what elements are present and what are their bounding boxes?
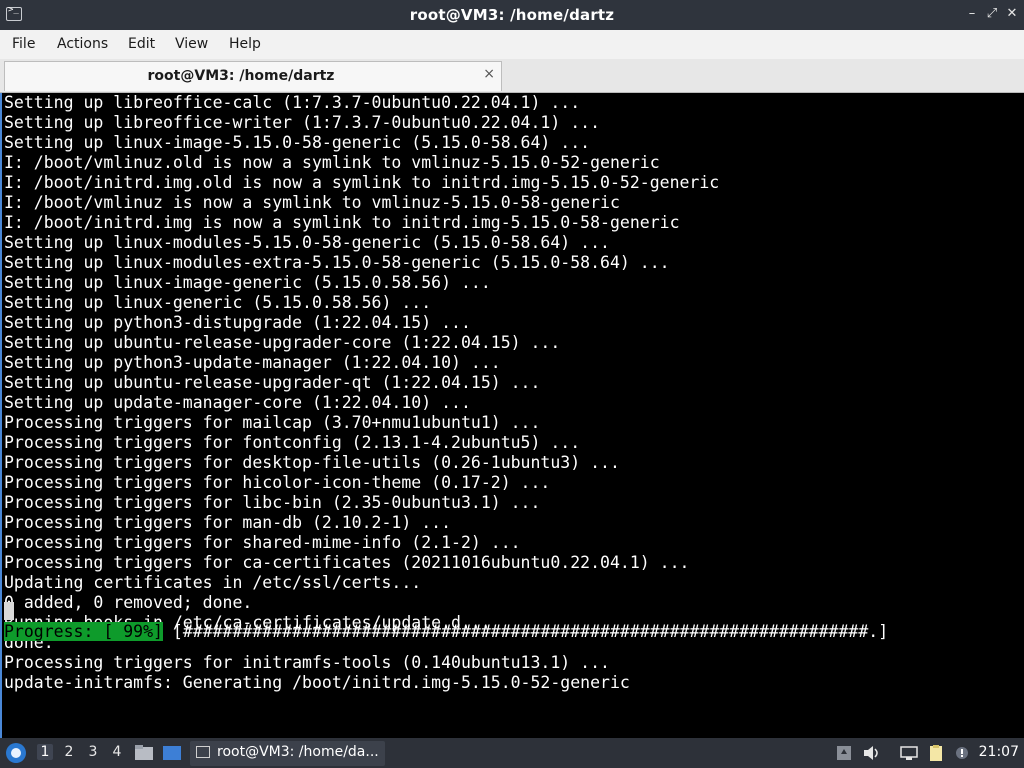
terminal-line: Processing triggers for desktop-file-uti…	[4, 453, 620, 472]
terminal-line: Setting up linux-modules-5.15.0-58-gener…	[4, 233, 610, 252]
volume-icon[interactable]	[862, 744, 882, 762]
terminal-line: Setting up linux-generic (5.15.0.58.56) …	[4, 293, 432, 312]
maximize-button[interactable]: ⤢	[984, 6, 1000, 22]
clipboard-icon[interactable]	[926, 744, 946, 762]
file-manager-icon[interactable]	[134, 744, 154, 762]
taskbar-terminal-task[interactable]: root@VM3: /home/da...	[190, 741, 385, 766]
window-titlebar: root@VM3: /home/dartz – ⤢ ✕	[0, 0, 1024, 30]
window-title: root@VM3: /home/dartz	[409, 6, 615, 24]
terminal-line: Setting up linux-image-5.15.0-58-generic…	[4, 133, 591, 152]
terminal-line: Setting up ubuntu-release-upgrader-core …	[4, 333, 561, 352]
tab-bar: root@VM3: /home/dartz ×	[0, 59, 1024, 93]
progress-bar-text: [#######################################…	[172, 622, 889, 641]
menu-bar: File Actions Edit View Help	[0, 30, 1024, 59]
terminal-line: Processing triggers for shared-mime-info…	[4, 533, 521, 552]
terminal-line: I: /boot/vmlinuz is now a symlink to vml…	[4, 193, 620, 212]
terminal-line: Setting up libreoffice-calc (1:7.3.7-0ub…	[4, 93, 581, 112]
workspace-2[interactable]: 2	[61, 744, 77, 760]
terminal-line: I: /boot/initrd.img.old is now a symlink…	[4, 173, 720, 192]
progress-label: Progress: [ 99%]	[4, 622, 163, 641]
menu-edit[interactable]: Edit	[128, 36, 155, 52]
menu-view[interactable]: View	[175, 36, 208, 52]
terminal-line: Setting up python3-update-manager (1:22.…	[4, 353, 501, 372]
terminal-tab[interactable]: root@VM3: /home/dartz ×	[4, 61, 502, 91]
terminal-line: Setting up ubuntu-release-upgrader-qt (1…	[4, 373, 541, 392]
terminal-line: Processing triggers for mailcap (3.70+nm…	[4, 413, 541, 432]
terminal-line: Processing triggers for ca-certificates …	[4, 553, 690, 572]
start-menu-icon[interactable]	[6, 743, 26, 763]
progress-line: Progress: [ 99%] [######################…	[4, 622, 888, 642]
terminal-line: Processing triggers for initramfs-tools …	[4, 653, 610, 672]
tab-label: root@VM3: /home/dartz	[147, 68, 335, 84]
menu-file[interactable]: File	[12, 36, 35, 52]
terminal-line: Updating certificates in /etc/ssl/certs.…	[4, 573, 422, 592]
network-icon[interactable]	[899, 744, 919, 762]
task-terminal-icon	[196, 746, 210, 758]
terminal-cursor	[4, 602, 14, 620]
terminal-left-accent	[0, 93, 2, 738]
terminal-line: Processing triggers for libc-bin (2.35-0…	[4, 493, 541, 512]
terminal-line: Processing triggers for hicolor-icon-the…	[4, 473, 551, 492]
terminal-line: Setting up linux-modules-extra-5.15.0-58…	[4, 253, 670, 272]
terminal-line: Setting up update-manager-core (1:22.04.…	[4, 393, 471, 412]
terminal-line: Processing triggers for fontconfig (2.13…	[4, 433, 581, 452]
workspace-4[interactable]: 4	[109, 744, 125, 760]
terminal-line: Setting up linux-image-generic (5.15.0.5…	[4, 273, 491, 292]
task-label: root@VM3: /home/da...	[217, 744, 379, 760]
terminal-line: I: /boot/initrd.img is now a symlink to …	[4, 213, 680, 232]
update-notifier-icon[interactable]	[834, 744, 854, 762]
workspace-3[interactable]: 3	[85, 744, 101, 760]
terminal-line: update-initramfs: Generating /boot/initr…	[4, 673, 630, 692]
taskbar: 1 2 3 4 root@VM3: /home/da... 21:07	[0, 738, 1024, 768]
minimize-button[interactable]: –	[964, 6, 980, 22]
show-desktop-icon[interactable]	[162, 744, 182, 762]
terminal-line: Processing triggers for man-db (2.10.2-1…	[4, 513, 452, 532]
terminal-line: Setting up libreoffice-writer (1:7.3.7-0…	[4, 113, 601, 132]
terminal-line: Setting up python3-distupgrade (1:22.04.…	[4, 313, 471, 332]
tab-close-icon[interactable]: ×	[483, 66, 495, 82]
terminal-lines: Setting up libreoffice-calc (1:7.3.7-0ub…	[4, 93, 719, 693]
clock: 21:07	[978, 744, 1019, 760]
terminal-line: 0 added, 0 removed; done.	[4, 593, 253, 612]
terminal-line: I: /boot/vmlinuz.old is now a symlink to…	[4, 153, 660, 172]
notification-icon[interactable]	[952, 744, 972, 762]
menu-help[interactable]: Help	[229, 36, 261, 52]
menu-actions[interactable]: Actions	[57, 36, 108, 52]
close-button[interactable]: ✕	[1004, 6, 1020, 22]
workspace-1[interactable]: 1	[37, 744, 53, 760]
